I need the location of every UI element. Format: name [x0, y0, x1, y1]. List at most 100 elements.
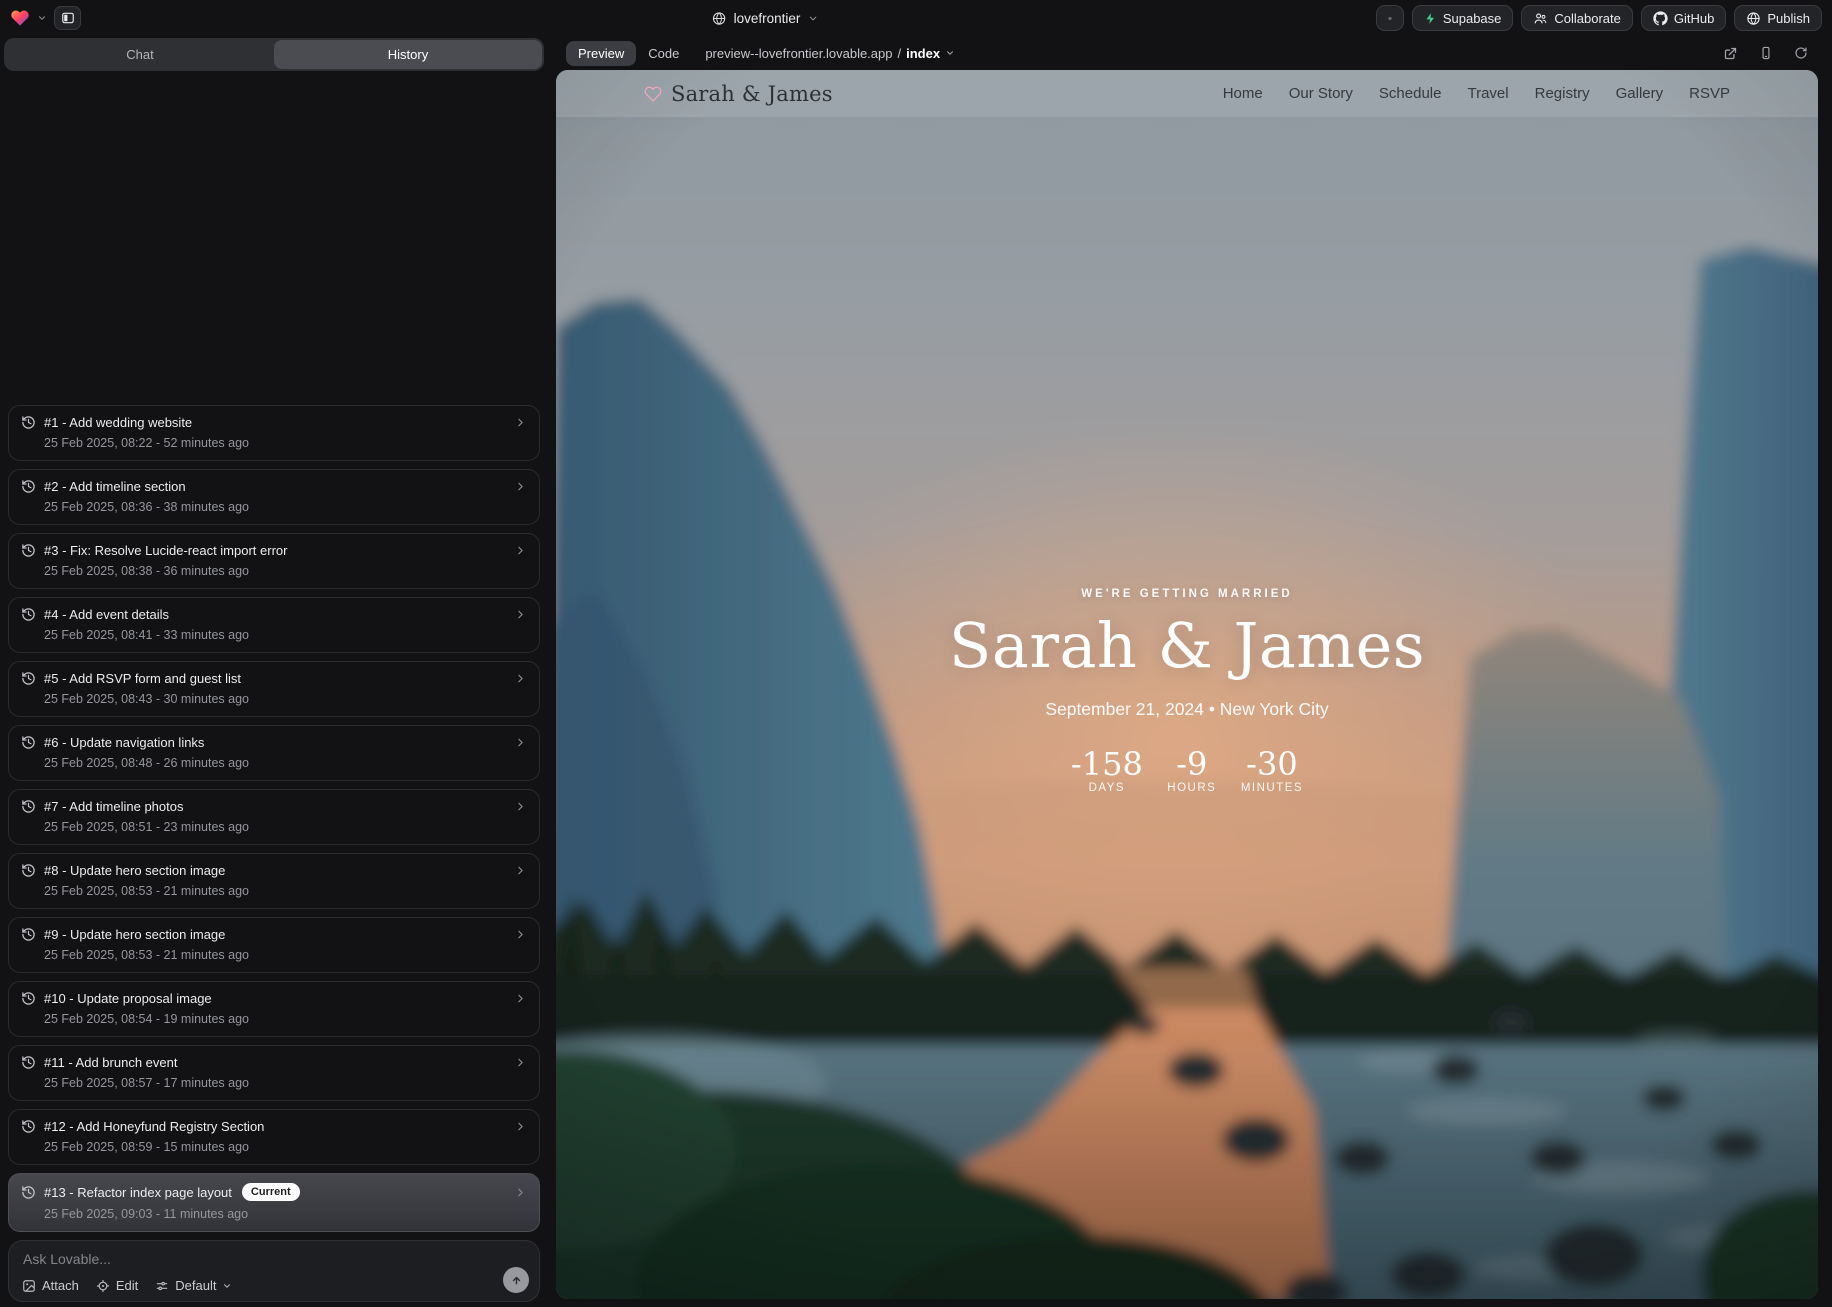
settings-button[interactable]: [1376, 5, 1404, 31]
site-logo[interactable]: Sarah & James: [644, 82, 833, 106]
chevron-right-icon[interactable]: [514, 736, 527, 749]
chevron-right-icon[interactable]: [514, 544, 527, 557]
chevron-right-icon[interactable]: [514, 416, 527, 429]
history-icon: [21, 1055, 36, 1070]
supabase-bolt-icon: [1424, 12, 1437, 25]
history-icon: [21, 415, 36, 430]
mode-select-button[interactable]: Default: [155, 1278, 232, 1293]
panel-left-icon: [61, 11, 75, 25]
history-icon: [21, 1119, 36, 1134]
history-item-title: #7 - Add timeline photos: [44, 799, 183, 814]
github-icon: [1653, 11, 1668, 26]
edit-button[interactable]: Edit: [96, 1278, 138, 1293]
preview-frame: Sarah & James Home Our Story Schedule Trave…: [556, 70, 1818, 1299]
edit-target-icon: [96, 1279, 110, 1293]
history-item-timestamp: 25 Feb 2025, 08:59 - 15 minutes ago: [44, 1140, 527, 1154]
site-logo-text: Sarah & James: [671, 82, 833, 106]
history-item-title: #11 - Add brunch event: [44, 1055, 177, 1070]
hero-date-location: September 21, 2024 • New York City: [556, 697, 1818, 721]
site-nav-schedule[interactable]: Schedule: [1379, 85, 1442, 102]
history-item[interactable]: #8 - Update hero section image 25 Feb 20…: [8, 853, 540, 909]
site-nav-gallery[interactable]: Gallery: [1616, 85, 1664, 102]
chevron-right-icon[interactable]: [514, 672, 527, 685]
chevron-right-icon[interactable]: [514, 864, 527, 877]
history-icon: [21, 479, 36, 494]
history-icon: [21, 735, 36, 750]
history-item-timestamp: 25 Feb 2025, 08:57 - 17 minutes ago: [44, 1076, 527, 1090]
site-heart-icon: [644, 85, 662, 103]
open-external-button[interactable]: [1723, 46, 1738, 61]
tab-preview[interactable]: Preview: [566, 41, 636, 66]
history-item[interactable]: #3 - Fix: Resolve Lucide-react import er…: [8, 533, 540, 589]
history-item[interactable]: #12 - Add Honeyfund Registry Section 25 …: [8, 1109, 540, 1165]
collaborate-label: Collaborate: [1554, 11, 1621, 26]
tab-code[interactable]: Code: [636, 41, 691, 66]
chevron-right-icon[interactable]: [514, 1056, 527, 1069]
github-button[interactable]: GitHub: [1641, 5, 1726, 31]
refresh-icon: [1794, 46, 1808, 60]
history-icon: [21, 671, 36, 686]
chevron-right-icon[interactable]: [514, 1120, 527, 1133]
countdown-label: HOURS: [1167, 781, 1216, 795]
history-item-title: #12 - Add Honeyfund Registry Section: [44, 1119, 264, 1134]
panel-toggle-button[interactable]: [54, 6, 81, 30]
url-chevron-down-icon: [945, 48, 955, 58]
history-icon: [21, 607, 36, 622]
project-menu[interactable]: lovefrontier: [712, 11, 819, 26]
history-item[interactable]: #7 - Add timeline photos 25 Feb 2025, 08…: [8, 789, 540, 845]
workspace-chevron-down-icon[interactable]: [37, 13, 47, 23]
history-list: #1 - Add wedding website 25 Feb 2025, 08…: [8, 71, 540, 1232]
preview-toolbar: Preview Code preview--lovefrontier.lovab…: [556, 38, 1818, 68]
tab-chat[interactable]: Chat: [6, 40, 274, 69]
history-item-title: #8 - Update hero section image: [44, 863, 225, 878]
arrow-up-icon: [510, 1274, 523, 1287]
history-item[interactable]: #11 - Add brunch event 25 Feb 2025, 08:5…: [8, 1045, 540, 1101]
collaborate-button[interactable]: Collaborate: [1521, 5, 1633, 31]
publish-button[interactable]: Publish: [1734, 5, 1822, 31]
site-nav-home[interactable]: Home: [1223, 85, 1263, 102]
chat-history-tabs: Chat History: [4, 38, 544, 71]
chevron-right-icon[interactable]: [514, 1186, 527, 1199]
prompt-composer[interactable]: Ask Lovable... Attach Ed: [8, 1240, 540, 1302]
history-icon: [21, 799, 36, 814]
history-item[interactable]: #2 - Add timeline section 25 Feb 2025, 0…: [8, 469, 540, 525]
history-item[interactable]: #1 - Add wedding website 25 Feb 2025, 08…: [8, 405, 540, 461]
prompt-input[interactable]: Ask Lovable...: [23, 1251, 525, 1267]
chevron-right-icon[interactable]: [514, 800, 527, 813]
history-item-title: #13 - Refactor index page layout: [44, 1185, 232, 1200]
chevron-right-icon[interactable]: [514, 608, 527, 621]
tab-history[interactable]: History: [274, 40, 542, 69]
preview-url-menu[interactable]: preview--lovefrontier.lovable.app / inde…: [705, 46, 955, 61]
history-item[interactable]: #4 - Add event details 25 Feb 2025, 08:4…: [8, 597, 540, 653]
attach-label: Attach: [42, 1278, 79, 1293]
refresh-button[interactable]: [1794, 46, 1808, 60]
site-nav-travel[interactable]: Travel: [1467, 85, 1508, 102]
history-item[interactable]: #13 - Refactor index page layout Current…: [8, 1173, 540, 1232]
preview-panel: Preview Code preview--lovefrontier.lovab…: [548, 36, 1832, 1307]
chevron-right-icon[interactable]: [514, 480, 527, 493]
history-item-title: #6 - Update navigation links: [44, 735, 204, 750]
mobile-view-button[interactable]: [1759, 46, 1773, 60]
send-button[interactable]: [503, 1267, 529, 1293]
url-separator: /: [897, 46, 901, 61]
history-item[interactable]: #9 - Update hero section image 25 Feb 20…: [8, 917, 540, 973]
attach-button[interactable]: Attach: [22, 1278, 79, 1293]
countdown-value: -30: [1246, 749, 1298, 779]
chevron-right-icon[interactable]: [514, 992, 527, 1005]
supabase-button[interactable]: Supabase: [1412, 5, 1514, 31]
preview-url-path: index: [906, 46, 940, 61]
history-item[interactable]: #6 - Update navigation links 25 Feb 2025…: [8, 725, 540, 781]
image-attach-icon: [22, 1279, 36, 1293]
site-nav-our-story[interactable]: Our Story: [1289, 85, 1353, 102]
history-item[interactable]: #5 - Add RSVP form and guest list 25 Feb…: [8, 661, 540, 717]
site-nav-rsvp[interactable]: RSVP: [1689, 85, 1730, 102]
history-item[interactable]: #10 - Update proposal image 25 Feb 2025,…: [8, 981, 540, 1037]
chevron-right-icon[interactable]: [514, 928, 527, 941]
site-nav-registry[interactable]: Registry: [1535, 85, 1590, 102]
lovable-logo-button[interactable]: [10, 8, 30, 28]
history-item-timestamp: 25 Feb 2025, 08:43 - 30 minutes ago: [44, 692, 527, 706]
chevron-down-icon: [222, 1281, 232, 1291]
current-badge: Current: [242, 1183, 300, 1201]
history-item-title: #10 - Update proposal image: [44, 991, 212, 1006]
edit-label: Edit: [116, 1278, 138, 1293]
